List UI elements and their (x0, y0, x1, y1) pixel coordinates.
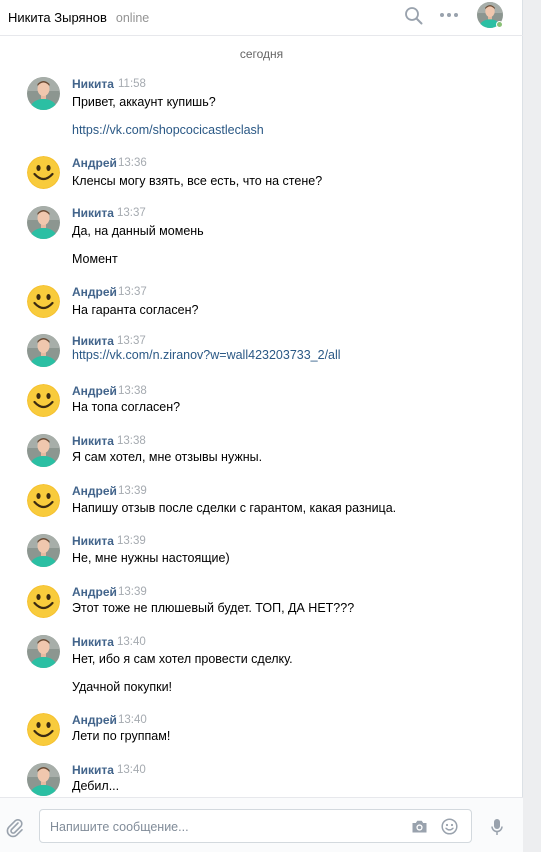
smiley-avatar[interactable] (27, 484, 60, 517)
message-block: Никита 13:37 Да, на данный момень Момент (0, 206, 523, 270)
message-text: Нет, ибо я сам хотел провести сделку. (72, 652, 293, 666)
message-link[interactable]: https://vk.com/shopcocicastleclash (72, 123, 264, 137)
message-time[interactable]: 13:40 (117, 636, 146, 648)
message-text: Привет, аккаунт купишь? (72, 95, 216, 109)
emoji-smile-icon[interactable] (441, 818, 458, 835)
message-block: Андрей 13:38 На топа согласен? (0, 384, 523, 418)
message-block: Никита 13:40 Нет, ибо я сам хотел провести… (0, 635, 523, 698)
message-text: Момент (72, 252, 118, 266)
message-text: На гаранта согласен? (72, 303, 199, 317)
message-author[interactable]: Никита (72, 534, 114, 548)
message-author[interactable]: Андрей (72, 384, 117, 398)
user-avatar[interactable] (27, 763, 60, 796)
user-avatar[interactable] (27, 334, 60, 367)
user-avatar[interactable] (27, 77, 60, 110)
message-text: Я сам хотел, мне отзывы нужны. (72, 450, 263, 464)
message-text: Кленсы могу взять, все есть, что на стен… (72, 174, 323, 188)
scroll-gutter (523, 0, 541, 852)
user-avatar[interactable] (27, 206, 60, 239)
message-time[interactable]: 13:39 (117, 535, 146, 547)
message-author[interactable]: Никита (72, 334, 114, 348)
message-author[interactable]: Андрей (72, 585, 117, 599)
chat-window: Никита Зырянов online сегодня Никита 11:… (0, 0, 523, 852)
peer-name[interactable]: Никита Зырянов (8, 10, 107, 25)
message-author[interactable]: Никита (72, 77, 114, 91)
message-block: Андрей 13:36 Кленсы могу взять, все есть, … (0, 156, 523, 192)
message-text: Удачной покупки! (72, 680, 173, 694)
microphone-icon[interactable] (491, 818, 503, 836)
paperclip-icon[interactable] (6, 818, 24, 838)
smiley-avatar[interactable] (27, 713, 60, 746)
message-history[interactable]: сегодня Никита 11:58 Привет, аккаунт купиш… (0, 37, 523, 797)
message-text: Да, на данный момень (72, 224, 204, 238)
message-author[interactable]: Андрей (72, 484, 117, 498)
user-avatar[interactable] (27, 635, 60, 668)
message-time[interactable]: 11:58 (118, 78, 146, 90)
message-input-box[interactable] (39, 809, 472, 843)
online-indicator (496, 21, 503, 28)
message-author[interactable]: Никита (72, 763, 114, 777)
message-time[interactable]: 13:39 (118, 485, 147, 497)
message-block: Андрей 13:39 Этот тоже не плюшевый будет. … (0, 585, 523, 619)
message-time[interactable]: 13:38 (117, 435, 146, 447)
message-text: Не, мне нужны настоящие) (72, 551, 230, 565)
message-text: Напишу отзыв после сделки с гарантом, ка… (72, 501, 397, 515)
more-dots-icon[interactable] (438, 9, 460, 21)
message-text: Этот тоже не плюшевый будет. ТОП, ДА НЕТ… (72, 601, 355, 615)
smiley-avatar[interactable] (27, 285, 60, 318)
message-time[interactable]: 13:40 (117, 764, 146, 776)
message-time[interactable]: 13:38 (118, 385, 147, 397)
chat-header: Никита Зырянов online (0, 0, 523, 36)
message-block: Никита 13:38 Я сам хотел, мне отзывы нужны… (0, 434, 523, 468)
message-text: Дебил... (72, 779, 120, 793)
message-time[interactable]: 13:40 (118, 714, 147, 726)
message-text: На топа согласен? (72, 400, 181, 414)
message-block: Никита 11:58 Привет, аккаунт купишь? https:… (0, 77, 523, 141)
message-block: Никита 13:40 Дебил... (0, 763, 523, 797)
user-avatar[interactable] (27, 434, 60, 467)
search-icon[interactable] (404, 6, 424, 26)
message-author[interactable]: Андрей (72, 156, 117, 170)
message-block: Андрей 13:37 На гаранта согласен? (0, 285, 523, 321)
message-time[interactable]: 13:39 (118, 586, 147, 598)
message-author[interactable]: Никита (72, 206, 114, 220)
smiley-avatar[interactable] (27, 585, 60, 618)
message-author[interactable]: Андрей (72, 285, 117, 299)
camera-icon[interactable] (411, 819, 428, 834)
message-block: Андрей 13:40 Лети по группам! (0, 713, 523, 747)
message-block: Андрей 13:39 Напишу отзыв после сделки с г… (0, 484, 523, 519)
message-block: Никита 13:39 Не, мне нужны настоящие) (0, 534, 523, 569)
message-text: Лети по группам! (72, 729, 171, 743)
message-time[interactable]: 13:36 (118, 157, 147, 169)
message-link[interactable]: https://vk.com/n.ziranov?w=wall423203733… (72, 348, 341, 362)
message-author[interactable]: Никита (72, 434, 114, 448)
smiley-avatar[interactable] (27, 156, 60, 189)
peer-status: online (115, 10, 150, 25)
message-time[interactable]: 13:37 (117, 207, 146, 219)
composer (0, 797, 523, 852)
message-time[interactable]: 13:37 (117, 335, 146, 347)
message-block: Никита 13:37 https://vk.com/n.ziranov?w=wa… (0, 334, 523, 367)
user-avatar[interactable] (27, 534, 60, 567)
message-input[interactable] (50, 818, 400, 836)
message-author[interactable]: Никита (72, 635, 114, 649)
message-author[interactable]: Андрей (72, 713, 117, 727)
message-time[interactable]: 13:37 (118, 286, 147, 298)
smiley-avatar[interactable] (27, 384, 60, 417)
date-separator: сегодня (239, 47, 284, 61)
